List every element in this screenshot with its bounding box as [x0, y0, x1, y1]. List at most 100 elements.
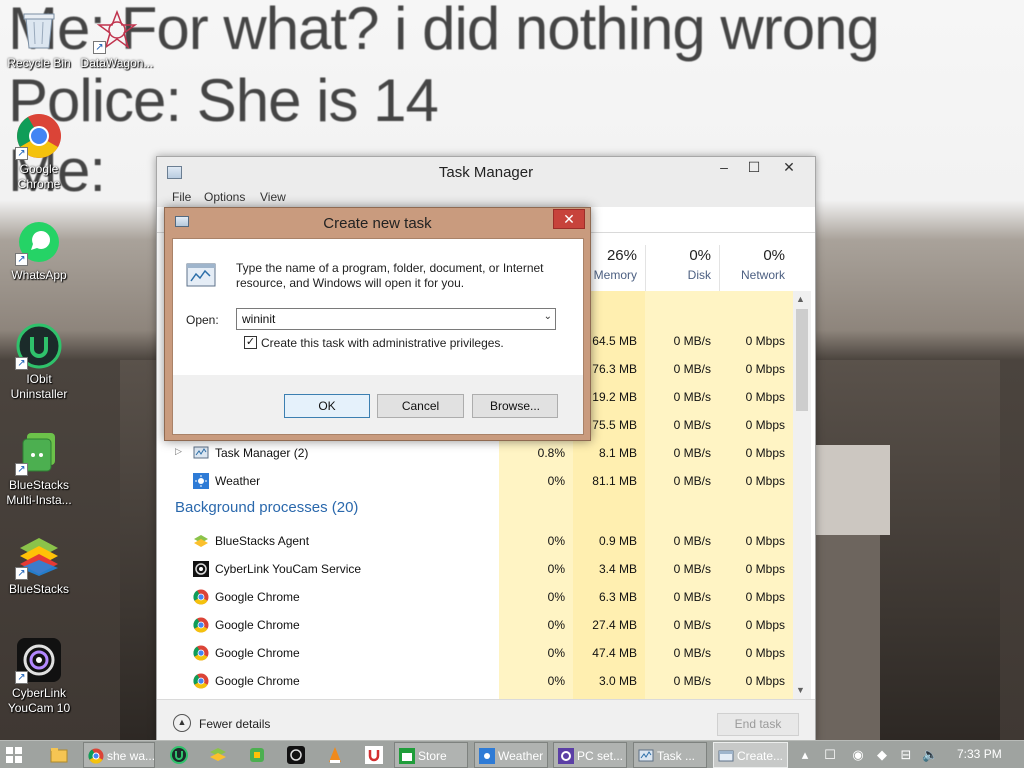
minimize-button[interactable]: –	[713, 159, 735, 179]
network-label: Network	[740, 268, 785, 282]
chrome-icon	[193, 617, 209, 633]
desktop-icon-label: DataWagon...	[80, 56, 154, 70]
create-new-task-dialog: Create new task ✕ Type the name of a pro…	[164, 207, 591, 441]
cyberlink-youcam-icon: ↗	[15, 636, 63, 684]
desktop-icon-label: IObit Uninstaller	[10, 372, 68, 401]
taskbar-item-task-manager[interactable]: Task ...	[633, 742, 707, 768]
menu-view[interactable]: View	[260, 190, 286, 204]
datawagon-icon: ↗	[93, 6, 141, 54]
table-row[interactable]: Google Chrome 0% 27.4 MB 0 MB/s 0 Mbps	[157, 611, 793, 639]
table-row[interactable]: CyberLink YouCam Service 0% 3.4 MB 0 MB/…	[157, 555, 793, 583]
table-row[interactable]: Weather 0% 81.1 MB 0 MB/s 0 Mbps	[157, 467, 793, 495]
cyberlink-tray-icon[interactable]: ◉	[850, 747, 866, 763]
task-manager-icon	[638, 748, 654, 764]
vlc-icon[interactable]	[326, 746, 344, 764]
task-manager-icon	[193, 445, 209, 461]
menu-file[interactable]: File	[172, 190, 191, 204]
taskbar-item-weather[interactable]: Weather	[474, 742, 548, 768]
show-hidden-icons-icon[interactable]: ▴	[797, 747, 813, 763]
notification-box-icon[interactable]: ☐	[822, 747, 838, 763]
dialog-description: Type the name of a program, folder, docu…	[236, 261, 544, 290]
run-icon	[718, 748, 734, 764]
scroll-down-icon[interactable]: ▼	[796, 685, 805, 695]
admin-privileges-checkbox[interactable]: ✓	[244, 336, 257, 349]
recycle-bin-icon	[15, 6, 63, 54]
task-manager-footer: ▲ Fewer details End task	[157, 699, 815, 741]
start-windows-icon[interactable]	[6, 747, 22, 763]
chrome-icon	[88, 748, 104, 764]
column-header-network[interactable]: 0% Network	[719, 245, 793, 291]
pc-settings-icon	[558, 748, 574, 764]
bluestacks-icon[interactable]	[209, 746, 227, 764]
clock[interactable]: 7:33 PM	[957, 747, 1002, 761]
iobit-uninstaller-icon: ↗	[15, 322, 63, 370]
fewer-details-link[interactable]: Fewer details	[199, 717, 270, 731]
chevron-down-icon[interactable]: ⌄	[544, 311, 552, 322]
table-row[interactable]: ▷ Task Manager (2) 0.8% 8.1 MB 0 MB/s 0 …	[157, 439, 793, 467]
cancel-button[interactable]: Cancel	[377, 394, 464, 418]
desktop-icon-bluestacks[interactable]: ↗ BlueStacks	[0, 532, 78, 597]
admin-privileges-label[interactable]: Create this task with administrative pri…	[261, 336, 504, 350]
background-processes-heading: Background processes (20)	[175, 499, 359, 516]
desktop-icon-datawagon[interactable]: ↗ DataWagon...	[78, 6, 156, 71]
taskbar-item-pc-settings[interactable]: PC set...	[553, 742, 627, 768]
desktop-icon-iobit-uninstaller[interactable]: ↗ IObit Uninstaller	[0, 322, 78, 402]
vertical-scrollbar[interactable]: ▲ ▼	[793, 291, 811, 699]
taskbar-item-create-new-task[interactable]: Create...	[713, 742, 788, 768]
desktop-icon-bluestacks-multi-instance[interactable]: ↗ BlueStacks Multi-Insta...	[0, 428, 78, 508]
cyberlink-youcam-icon[interactable]	[287, 746, 305, 764]
expand-chevron-icon[interactable]: ▷	[175, 446, 182, 457]
close-button[interactable]: ✕	[771, 159, 807, 179]
chrome-icon	[193, 589, 209, 605]
uninstaller-red-icon[interactable]	[365, 746, 383, 764]
chevron-up-icon[interactable]: ▲	[173, 714, 191, 732]
desktop-icon-google-chrome[interactable]: ↗ Google Chrome	[0, 112, 78, 192]
table-row[interactable]: BlueStacks Agent 0% 0.9 MB 0 MB/s 0 Mbps	[157, 527, 793, 555]
dialog-client-area: Type the name of a program, folder, docu…	[172, 238, 584, 435]
column-header-disk[interactable]: 0% Disk	[645, 245, 719, 291]
scroll-up-icon[interactable]: ▲	[796, 294, 805, 304]
desktop-icon-cyberlink-youcam[interactable]: ↗ CyberLink YouCam 10	[0, 636, 78, 716]
wallpaper-window	[815, 445, 890, 535]
whatsapp-icon: ↗	[15, 218, 63, 266]
taskbar-item-store[interactable]: Store	[394, 742, 468, 768]
table-row[interactable]: Google Chrome 0% 6.3 MB 0 MB/s 0 Mbps	[157, 583, 793, 611]
menu-options[interactable]: Options	[204, 190, 245, 204]
ok-button[interactable]: OK	[284, 394, 370, 418]
weather-icon	[479, 748, 495, 764]
file-explorer-icon[interactable]	[50, 746, 68, 764]
desktop-icon-label: BlueStacks Multi-Insta...	[6, 478, 72, 507]
dialog-close-button[interactable]: ✕	[553, 209, 585, 229]
bluestacks-tray-icon[interactable]: ◆	[874, 747, 890, 763]
bluestacks-icon: ↗	[15, 532, 63, 580]
table-row[interactable]: Google Chrome 0% 47.4 MB 0 MB/s 0 Mbps	[157, 639, 793, 667]
task-manager-titlebar[interactable]: Task Manager – ☐ ✕	[157, 157, 815, 187]
table-row[interactable]: Google Chrome 0% 3.0 MB 0 MB/s 0 Mbps	[157, 667, 793, 695]
browse-button[interactable]: Browse...	[472, 394, 558, 418]
store-icon	[399, 748, 415, 764]
bluestacks-multi-instance-icon[interactable]	[248, 746, 266, 764]
weather-icon	[193, 473, 209, 489]
desktop-icon-recycle-bin[interactable]: Recycle Bin	[0, 6, 78, 71]
desktop-icon-label: WhatsApp	[11, 268, 67, 282]
end-task-button[interactable]: End task	[717, 713, 799, 736]
desktop-icon-label: Recycle Bin	[7, 56, 71, 70]
iobit-uninstaller-icon[interactable]	[170, 746, 188, 764]
bluestacks-icon	[193, 533, 209, 549]
cyberlink-youcam-icon	[193, 561, 209, 577]
taskbar: she wa... Store Weather PC set... Task .…	[0, 740, 1024, 768]
scrollbar-thumb[interactable]	[796, 309, 808, 411]
open-input-value[interactable]: wininit	[242, 312, 275, 326]
chrome-icon	[193, 673, 209, 689]
dialog-title: Create new task	[323, 215, 432, 232]
open-label: Open:	[186, 313, 219, 327]
desktop-icon-whatsapp[interactable]: ↗ WhatsApp	[0, 218, 78, 283]
disk-label: Disk	[687, 268, 711, 282]
maximize-button[interactable]: ☐	[743, 159, 765, 179]
desktop-icon-label: Google Chrome	[17, 162, 61, 191]
desktop-icon-label: BlueStacks	[8, 582, 70, 596]
network-icon[interactable]: ⊟	[898, 747, 914, 763]
open-combobox[interactable]: wininit ⌄	[236, 308, 556, 330]
taskbar-item-chrome[interactable]: she wa...	[83, 742, 155, 768]
volume-icon[interactable]: 🔈	[922, 747, 938, 763]
